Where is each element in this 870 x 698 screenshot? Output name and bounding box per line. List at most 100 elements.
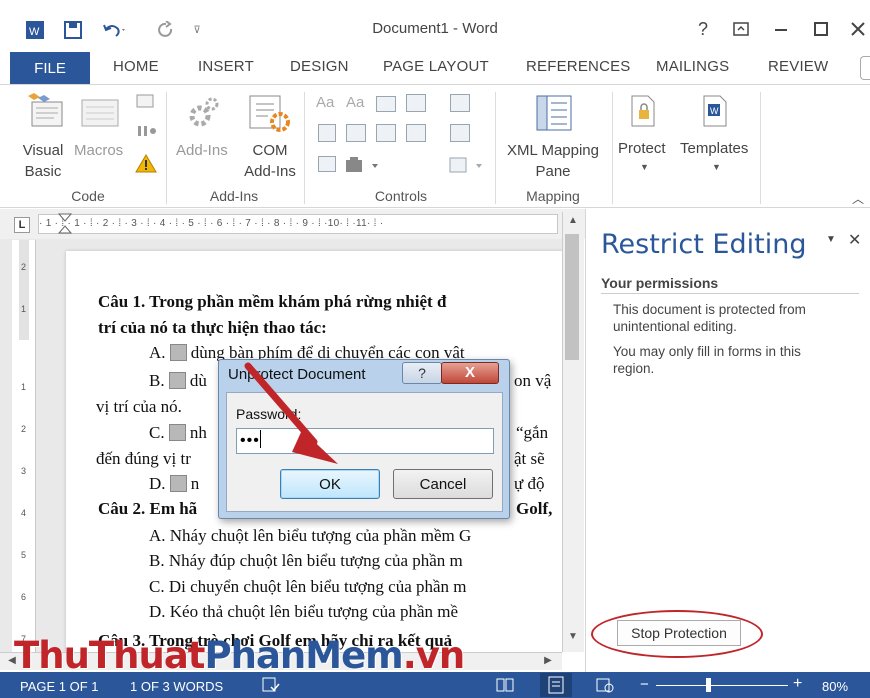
com-add-ins-label-1: COM	[252, 142, 288, 159]
group-separator	[495, 92, 496, 204]
tab-references[interactable]: REFERENCES	[526, 58, 631, 75]
doc-line: Câu 2. Em hã	[98, 499, 198, 518]
group-separator	[760, 92, 761, 204]
xml-mapping-label-2: Pane	[535, 163, 571, 180]
design-mode-icon[interactable]	[450, 94, 470, 112]
watermark-part: PhanMem	[204, 634, 404, 677]
customize-qat-icon[interactable]: ⊽	[190, 18, 204, 42]
ruler-marks: · 1 · ⁞ · 1 · ⁞ · 2 · ⁞ · 3 · ⁞ · 4 · ⁞ …	[39, 218, 384, 229]
redo-icon[interactable]	[155, 18, 177, 42]
page-count[interactable]: PAGE 1 OF 1	[20, 679, 99, 694]
com-add-ins-icon	[248, 94, 292, 134]
group-code-label: Code	[71, 188, 105, 204]
doc-line: C. Di chuyển chuột lên biểu tượng của ph…	[149, 577, 467, 596]
zoom-slider-thumb[interactable]	[706, 678, 711, 692]
protect-dropdown-icon[interactable]: ▼	[640, 162, 649, 172]
ok-button[interactable]: OK	[280, 469, 380, 499]
doc-line: C. nh	[149, 423, 207, 442]
undo-icon[interactable]	[100, 18, 130, 42]
tab-home[interactable]: HOME	[113, 58, 159, 75]
scroll-up-icon[interactable]: ▲	[562, 212, 584, 230]
cancel-button[interactable]: Cancel	[393, 469, 493, 499]
zoom-level[interactable]: 80%	[822, 679, 848, 694]
dialog-close-button[interactable]: X	[441, 362, 499, 384]
add-ins-icon	[184, 94, 224, 130]
pause-recording-icon[interactable]	[135, 124, 157, 138]
macro-security-icon[interactable]	[135, 154, 157, 174]
macros-button[interactable]: Macros	[74, 140, 123, 161]
add-ins-button[interactable]: Add-Ins	[176, 140, 228, 161]
checkbox-control-icon[interactable]	[318, 124, 336, 142]
pane-close-icon[interactable]: ✕	[848, 230, 861, 250]
zoom-slider-track[interactable]	[656, 685, 788, 686]
rich-text-control-icon[interactable]: Aa	[316, 94, 334, 111]
date-picker-control-icon[interactable]	[406, 124, 426, 142]
plain-text-control-icon[interactable]: Aa	[346, 94, 364, 111]
web-layout-icon[interactable]	[596, 677, 614, 693]
legacy-tools-icon[interactable]	[344, 156, 384, 174]
group-control-icon[interactable]	[448, 156, 488, 174]
proofing-icon[interactable]	[262, 677, 280, 693]
indent-marker-icon[interactable]	[57, 213, 73, 235]
text-caret	[259, 430, 261, 448]
xml-mapping-pane-button[interactable]: XML Mapping Pane	[500, 140, 606, 182]
doc-line: Câu 1. Trong phần mềm khám phá rừng nhiệ…	[98, 292, 447, 311]
tab-file[interactable]: FILE	[10, 52, 90, 84]
xml-mapping-pane-icon	[533, 94, 575, 134]
pane-options-icon[interactable]: ▼	[826, 234, 836, 245]
form-field-checkbox[interactable]	[168, 372, 186, 389]
zoom-out-icon[interactable]: −	[640, 676, 649, 693]
protection-info-line: This document is protected from	[613, 302, 806, 317]
form-field-checkbox[interactable]	[168, 424, 186, 441]
repeating-section-icon[interactable]	[318, 156, 336, 172]
dropdown-control-icon[interactable]	[376, 124, 396, 142]
tab-selector[interactable]: L	[14, 217, 30, 233]
visual-basic-icon	[24, 92, 64, 128]
protect-button[interactable]: Protect	[618, 138, 666, 159]
com-add-ins-button[interactable]: COM Add-Ins	[240, 140, 300, 182]
doc-line: B. Nháy đúp chuột lên biểu tượng của phầ…	[149, 551, 463, 570]
svg-text:4: 4	[21, 508, 26, 518]
help-button[interactable]: ?	[688, 14, 718, 44]
password-input[interactable]: •••	[236, 428, 494, 454]
read-mode-icon[interactable]	[496, 677, 514, 693]
doc-line: ật sẽ	[514, 449, 545, 468]
forms-info-line: You may only fill in forms in this	[613, 344, 801, 359]
record-macro-icon[interactable]	[135, 92, 157, 110]
tab-insert[interactable]: INSERT	[198, 58, 254, 75]
scroll-down-icon[interactable]: ▼	[562, 628, 584, 646]
minimize-icon[interactable]	[766, 14, 796, 44]
combobox-control-icon[interactable]	[346, 124, 366, 142]
dialog-help-button[interactable]: ?	[402, 362, 442, 384]
protect-document-icon	[628, 94, 660, 128]
templates-dropdown-icon[interactable]: ▼	[712, 162, 721, 172]
tab-design[interactable]: DESIGN	[290, 58, 349, 75]
vertical-scroll-thumb[interactable]	[565, 234, 579, 360]
group-controls-label: Controls	[374, 188, 428, 204]
pane-divider	[601, 293, 859, 294]
tab-review[interactable]: REVIEW	[768, 58, 828, 75]
properties-icon[interactable]	[450, 124, 470, 142]
form-field-checkbox[interactable]	[169, 475, 187, 492]
visual-basic-button[interactable]: Visual Basic	[20, 140, 66, 182]
collapse-ribbon-icon[interactable]: ︿	[852, 190, 864, 207]
ribbon-display-options-icon[interactable]	[726, 14, 756, 44]
form-field-checkbox[interactable]	[169, 344, 187, 361]
doc-line: A. Nháy chuột lên biểu tượng của phần mề…	[149, 526, 472, 545]
picture-control-icon[interactable]	[376, 96, 396, 112]
print-layout-icon[interactable]	[540, 673, 572, 697]
building-block-control-icon[interactable]	[406, 94, 426, 112]
word-count[interactable]: 1 OF 3 WORDS	[130, 679, 223, 694]
com-add-ins-label-2: Add-Ins	[244, 163, 296, 180]
maximize-icon[interactable]	[806, 14, 836, 44]
watermark-part: ThuThuat	[14, 634, 205, 677]
scroll-right-icon[interactable]: ▶	[540, 652, 556, 670]
tab-mailings[interactable]: MAILINGS	[656, 58, 729, 75]
svg-text:W: W	[710, 106, 719, 116]
save-icon[interactable]	[62, 18, 84, 42]
close-icon[interactable]	[845, 14, 870, 44]
doc-line: đến đúng vị tr	[96, 449, 191, 468]
tab-page-layout[interactable]: PAGE LAYOUT	[383, 58, 489, 75]
templates-button[interactable]: Templates	[680, 138, 748, 159]
zoom-in-icon[interactable]: +	[793, 675, 802, 693]
